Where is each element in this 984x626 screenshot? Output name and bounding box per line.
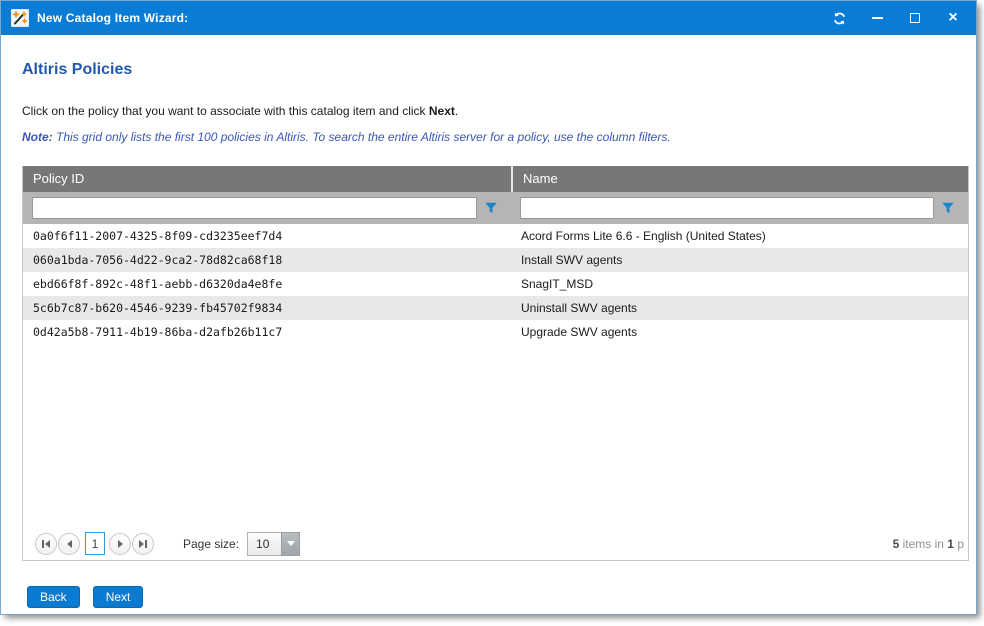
current-page-button[interactable]: 1 <box>85 532 105 555</box>
instruction-next-emphasis: Next <box>429 104 455 118</box>
page-title: Altiris Policies <box>22 61 968 79</box>
page-size-dropdown[interactable]: 10 <box>247 532 300 556</box>
grid-header: Policy ID Name <box>23 166 968 192</box>
name-filter-icon[interactable] <box>934 196 962 220</box>
table-row[interactable]: 060a1bda-7056-4d22-9ca2-78d82ca68f18 Ins… <box>23 248 968 272</box>
first-page-icon[interactable] <box>35 533 57 555</box>
items-text: items in <box>899 537 947 551</box>
page-size-value: 10 <box>247 532 281 556</box>
wizard-window: New Catalog Item Wizard: × Altiris Polic… <box>0 0 977 615</box>
pages-count: 1 <box>947 537 954 551</box>
grid-body: 0a0f6f11-2007-4325-8f09-cd3235eef7d4 Aco… <box>23 224 968 527</box>
table-row[interactable]: ebd66f8f-892c-48f1-aebb-d6320da4e8fe Sna… <box>23 272 968 296</box>
grid-pager: 1 Page size: 10 5 items in 1 p <box>23 527 968 560</box>
policy-id-cell: 0d42a5b8-7911-4b19-86ba-d2afb26b11c7 <box>23 320 511 344</box>
maximize-icon[interactable] <box>906 9 924 27</box>
policies-grid: Policy ID Name <box>22 166 969 561</box>
next-page-icon[interactable] <box>109 533 131 555</box>
previous-page-icon[interactable] <box>58 533 80 555</box>
column-header-name[interactable]: Name <box>511 166 968 192</box>
policy-name-cell: Install SWV agents <box>511 248 968 272</box>
policy-id-filter-icon[interactable] <box>477 196 505 220</box>
page-size-label: Page size: <box>183 537 239 551</box>
note-body: This grid only lists the first 100 polic… <box>53 130 671 144</box>
screen: New Catalog Item Wizard: × Altiris Polic… <box>0 0 984 626</box>
back-button[interactable]: Back <box>27 586 80 608</box>
table-row[interactable]: 0a0f6f11-2007-4325-8f09-cd3235eef7d4 Aco… <box>23 224 968 248</box>
refresh-icon[interactable] <box>830 9 848 27</box>
last-page-icon[interactable] <box>132 533 154 555</box>
note-text: Note: This grid only lists the first 100… <box>22 130 968 144</box>
policy-id-filter-input[interactable] <box>32 197 477 219</box>
instruction-prefix: Click on the policy that you want to ass… <box>22 104 429 118</box>
window-title: New Catalog Item Wizard: <box>37 11 830 25</box>
chevron-down-icon[interactable] <box>281 532 300 556</box>
policy-name-cell: Acord Forms Lite 6.6 - English (United S… <box>511 224 968 248</box>
instruction-suffix: . <box>455 104 458 118</box>
titlebar: New Catalog Item Wizard: × <box>1 1 976 35</box>
name-filter-input[interactable] <box>520 197 934 219</box>
close-icon[interactable]: × <box>944 9 962 27</box>
policy-id-filter-cell <box>23 196 511 220</box>
wizard-footer: Back Next <box>22 586 968 608</box>
pages-text: p <box>954 537 964 551</box>
table-row[interactable]: 5c6b7c87-b620-4546-9239-fb45702f9834 Uni… <box>23 296 968 320</box>
window-controls: × <box>830 9 962 27</box>
name-filter-cell <box>511 196 968 220</box>
wizard-content: Altiris Policies Click on the policy tha… <box>1 61 976 608</box>
policy-id-cell: 0a0f6f11-2007-4325-8f09-cd3235eef7d4 <box>23 224 511 248</box>
policy-name-cell: SnagIT_MSD <box>511 272 968 296</box>
column-header-policy-id[interactable]: Policy ID <box>23 166 511 192</box>
instruction-text: Click on the policy that you want to ass… <box>22 104 968 118</box>
policy-name-cell: Upgrade SWV agents <box>511 320 968 344</box>
next-button[interactable]: Next <box>93 586 144 608</box>
policy-id-cell: 5c6b7c87-b620-4546-9239-fb45702f9834 <box>23 296 511 320</box>
table-row[interactable]: 0d42a5b8-7911-4b19-86ba-d2afb26b11c7 Upg… <box>23 320 968 344</box>
policy-id-cell: 060a1bda-7056-4d22-9ca2-78d82ca68f18 <box>23 248 511 272</box>
note-label: Note: <box>22 130 53 144</box>
pager-items-summary: 5 items in 1 p <box>893 537 964 551</box>
policy-name-cell: Uninstall SWV agents <box>511 296 968 320</box>
wizard-app-icon <box>11 9 29 27</box>
minimize-icon[interactable] <box>868 9 886 27</box>
grid-filter-row <box>23 192 968 224</box>
policy-id-cell: ebd66f8f-892c-48f1-aebb-d6320da4e8fe <box>23 272 511 296</box>
